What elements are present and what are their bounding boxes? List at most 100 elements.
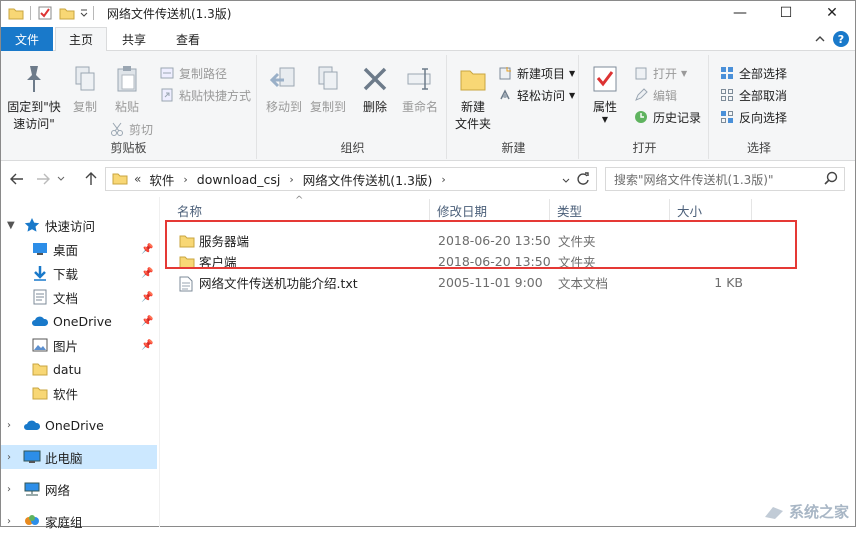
cut-button[interactable]: 剪切 xyxy=(109,119,153,139)
nav-onedrive[interactable]: › OneDrive xyxy=(1,413,157,437)
move-to-label: 移动到 xyxy=(265,100,302,114)
refresh-icon[interactable] xyxy=(576,172,590,189)
select-group: 全部选择 全部取消 反向选择 选择 xyxy=(711,55,807,159)
nav-onedrive-quick[interactable]: OneDrive 📌 xyxy=(1,309,157,333)
column-divider[interactable] xyxy=(549,199,550,221)
nav-label: 网络 xyxy=(45,482,71,498)
nav-software[interactable]: 软件 xyxy=(1,381,157,405)
paste-shortcut-button[interactable]: 粘贴快捷方式 xyxy=(159,85,251,105)
nav-pictures[interactable]: 图片 📌 xyxy=(1,333,157,357)
delete-button[interactable]: 删除 xyxy=(357,61,393,116)
nav-network[interactable]: › 网络 xyxy=(1,477,157,501)
breadcrumb-item[interactable]: 软件 › xyxy=(149,170,196,189)
expand-chevron-icon[interactable]: › xyxy=(7,420,11,431)
close-button[interactable]: ✕ xyxy=(809,1,855,25)
nav-downloads[interactable]: 下载 📌 xyxy=(1,261,157,285)
properties-icon[interactable] xyxy=(34,4,56,22)
copy-icon xyxy=(67,61,103,97)
maximize-button[interactable]: ☐ xyxy=(763,1,809,25)
nav-datu[interactable]: datu xyxy=(1,357,157,381)
expand-chevron-icon[interactable]: › xyxy=(7,516,11,527)
nav-label: 此电脑 xyxy=(45,450,83,466)
minimize-button[interactable]: — xyxy=(717,1,763,25)
customize-dropdown-icon[interactable] xyxy=(78,4,90,22)
pin-icon[interactable]: 📌 xyxy=(141,268,153,279)
copy-path-button[interactable]: 复制路径 xyxy=(159,63,227,83)
paste-label: 粘贴 xyxy=(114,100,139,114)
nav-this-pc[interactable]: › 此电脑 xyxy=(1,445,157,469)
nav-documents[interactable]: 文档 📌 xyxy=(1,285,157,309)
pin-icon[interactable]: 📌 xyxy=(141,244,153,255)
help-icon[interactable]: ? xyxy=(833,31,849,47)
column-divider[interactable] xyxy=(669,199,670,221)
collapse-ribbon-icon[interactable] xyxy=(815,33,825,46)
new-folder-button[interactable]: 新建 文件夹 xyxy=(453,61,493,133)
column-divider[interactable] xyxy=(751,199,752,221)
table-row[interactable]: 网络文件传送机功能介绍.txt 2005-11-01 9:00 文本文档 1 K… xyxy=(161,272,761,293)
nav-quick-access[interactable]: ▼ 快速访问 xyxy=(1,213,157,237)
breadcrumb-item[interactable]: 网络文件传送机(1.3版) › xyxy=(303,170,455,189)
history-button[interactable]: 历史记录 xyxy=(633,107,701,127)
navigation-bar: « 软件 › download_csj › 网络文件传送机(1.3版) › 搜索"网络… xyxy=(1,163,855,195)
pin-icon[interactable]: 📌 xyxy=(141,316,153,327)
select-none-button[interactable]: 全部取消 xyxy=(719,85,787,105)
column-label: 类型 xyxy=(557,203,583,219)
forward-arrow-icon[interactable] xyxy=(33,169,53,189)
open-button[interactable]: 打开 ▼ xyxy=(633,63,687,83)
expand-chevron-icon[interactable]: › xyxy=(7,484,11,495)
copy-to-button[interactable]: 复制到 xyxy=(307,61,349,116)
chevron-right-icon[interactable]: › xyxy=(289,173,293,186)
pin-quick-access-button[interactable]: 固定到"快 速访问" xyxy=(5,61,63,133)
quick-access-toolbar xyxy=(5,4,97,22)
up-arrow-icon[interactable] xyxy=(81,169,101,189)
tab-home[interactable]: 主页 xyxy=(55,27,107,52)
folder-icon[interactable] xyxy=(5,4,27,22)
table-row[interactable]: 客户端 2018-06-20 13:50 文件夹 xyxy=(161,251,761,272)
nav-homegroup[interactable]: › 家庭组 xyxy=(1,509,157,533)
table-row[interactable]: 服务器端 2018-06-20 13:50 文件夹 xyxy=(161,230,761,251)
recent-locations-icon[interactable] xyxy=(55,169,67,189)
move-to-button[interactable]: 移动到 xyxy=(263,61,305,116)
watermark: 系统之家 xyxy=(763,501,849,522)
pin-icon[interactable]: 📌 xyxy=(141,340,153,351)
tab-view[interactable]: 查看 xyxy=(165,27,211,51)
new-folder-icon[interactable] xyxy=(56,4,78,22)
paste-button[interactable]: 粘贴 xyxy=(107,61,147,116)
rename-button[interactable]: 重命名 xyxy=(397,61,443,116)
tab-share[interactable]: 共享 xyxy=(111,27,157,51)
toolbar-divider xyxy=(30,6,31,20)
pane-divider[interactable] xyxy=(159,197,160,527)
easy-access-button[interactable]: 轻松访问 ▼ xyxy=(497,85,575,105)
column-divider[interactable] xyxy=(429,199,430,221)
easy-access-label: 轻松访问 xyxy=(517,88,566,103)
file-type: 文本文档 xyxy=(558,276,609,291)
expand-chevron-icon[interactable]: ▼ xyxy=(7,220,15,231)
chevron-right-icon[interactable]: › xyxy=(441,173,445,186)
address-dropdown-icon[interactable] xyxy=(562,173,570,187)
column-header-date[interactable]: 修改日期 xyxy=(437,197,555,223)
rename-label: 重命名 xyxy=(401,100,438,114)
properties-button[interactable]: 属性 ▼ xyxy=(587,61,623,124)
new-item-button[interactable]: 新建项目 ▼ xyxy=(497,63,575,83)
pin-icon[interactable]: 📌 xyxy=(141,292,153,303)
address-overflow[interactable]: « xyxy=(134,172,141,186)
expand-chevron-icon[interactable]: › xyxy=(7,452,11,463)
copy-button[interactable]: 复制 xyxy=(65,61,105,116)
search-icon[interactable] xyxy=(824,171,838,188)
breadcrumb-item[interactable]: download_csj › xyxy=(197,172,303,187)
nav-label: 快速访问 xyxy=(45,218,96,234)
invert-selection-button[interactable]: 反向选择 xyxy=(719,107,787,127)
nav-desktop[interactable]: 桌面 📌 xyxy=(1,237,157,261)
toolbar-divider xyxy=(93,6,94,20)
column-header-size[interactable]: 大小 xyxy=(677,197,747,223)
edit-button[interactable]: 编辑 xyxy=(633,85,677,105)
tab-file[interactable]: 文件 xyxy=(1,27,53,51)
column-header-name[interactable]: 名称 xyxy=(177,197,435,223)
column-header-type[interactable]: 类型 xyxy=(557,197,669,223)
back-arrow-icon[interactable] xyxy=(7,169,27,189)
select-all-button[interactable]: 全部选择 xyxy=(719,63,787,83)
history-label: 历史记录 xyxy=(653,110,702,125)
address-bar[interactable]: « 软件 › download_csj › 网络文件传送机(1.3版) › xyxy=(105,167,597,191)
chevron-right-icon[interactable]: › xyxy=(183,173,187,186)
search-box[interactable]: 搜索"网络文件传送机(1.3版)" xyxy=(605,167,845,191)
